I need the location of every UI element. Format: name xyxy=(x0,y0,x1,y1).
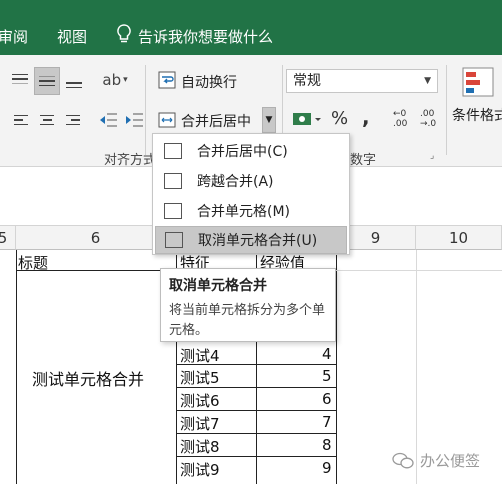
align-left-icon[interactable] xyxy=(11,111,31,129)
menu-item-label: 合并后居中(C) xyxy=(197,144,288,160)
merge-dropdown-menu: 合并后居中(C) 跨越合并(A) 合并单元格(M) 取消单元格合并(U) xyxy=(152,133,350,255)
top-align-icon[interactable] xyxy=(8,67,32,91)
increase-indent-icon[interactable] xyxy=(123,109,145,131)
merge-cells-icon xyxy=(164,203,182,219)
decrease-indent-icon[interactable] xyxy=(97,109,119,131)
column-header[interactable]: 10 xyxy=(416,226,502,250)
comma-button[interactable]: , xyxy=(362,105,370,129)
decrease-decimal-icon[interactable]: .00 →.0 xyxy=(420,109,436,129)
merge-center-icon xyxy=(164,143,182,159)
cell-header-title[interactable]: 标题 xyxy=(18,252,48,273)
table-row-name[interactable]: 测试5 xyxy=(180,367,220,388)
tell-me-search[interactable]: 告诉我你想要做什么 xyxy=(138,26,273,47)
table-row-value[interactable]: 5 xyxy=(322,367,332,385)
menu-item-merge-cells[interactable]: 合并单元格(M) xyxy=(155,197,347,225)
menu-item-merge-center[interactable]: 合并后居中(C) xyxy=(155,137,347,165)
column-header[interactable]: 5 xyxy=(0,226,16,250)
number-format-value: 常规 xyxy=(293,73,321,89)
middle-align-icon[interactable] xyxy=(34,67,60,95)
unmerge-cells-icon xyxy=(165,232,183,248)
conditional-format-button[interactable]: 条件格式 xyxy=(452,105,502,125)
lightbulb-icon xyxy=(116,24,132,48)
wechat-icon xyxy=(392,452,414,468)
merged-cell[interactable]: 测试单元格合并 xyxy=(32,366,144,390)
table-row-value[interactable]: 8 xyxy=(322,436,332,454)
table-row-value[interactable]: 9 xyxy=(322,459,332,477)
align-center-icon[interactable] xyxy=(37,111,57,129)
menu-item-label: 取消单元格合并(U) xyxy=(198,233,318,249)
increase-decimal-icon[interactable]: ←0.00 xyxy=(393,109,407,129)
merge-across-icon xyxy=(164,173,182,189)
tooltip-title: 取消单元格合并 xyxy=(169,278,267,294)
align-group-label: 对齐方式 xyxy=(104,153,157,168)
merge-icon xyxy=(156,109,178,131)
watermark: 办公便签 xyxy=(392,450,480,471)
merge-center-button[interactable]: 合并后居中 xyxy=(181,111,251,131)
table-row-value[interactable]: 6 xyxy=(322,390,332,408)
watermark-text: 办公便签 xyxy=(420,452,481,470)
menu-item-label: 跨越合并(A) xyxy=(197,174,274,190)
menu-bar: 审阅 视图 告诉我你想要做什么 xyxy=(0,0,502,55)
conditional-format-icon xyxy=(460,65,496,99)
tab-review[interactable]: 审阅 xyxy=(0,26,28,47)
merge-dropdown-arrow[interactable]: ▼ xyxy=(262,107,276,133)
number-group-label: 数字 xyxy=(350,153,377,168)
menu-item-merge-across[interactable]: 跨越合并(A) xyxy=(155,167,347,195)
orientation-icon[interactable]: ab ▾ xyxy=(98,69,132,91)
table-row-name[interactable]: 测试8 xyxy=(180,436,220,457)
menu-item-unmerge-cells[interactable]: 取消单元格合并(U) xyxy=(155,226,347,254)
percent-button[interactable]: % xyxy=(331,108,348,129)
table-row-value[interactable]: 7 xyxy=(322,413,332,431)
align-right-icon[interactable] xyxy=(63,111,83,129)
tooltip-body: 将当前单元格拆分为多个单元格。 xyxy=(169,303,326,338)
accounting-format-icon[interactable] xyxy=(290,107,324,131)
table-row-name[interactable]: 测试7 xyxy=(180,413,220,434)
table-row-name[interactable]: 测试4 xyxy=(180,345,220,366)
table-row-name[interactable]: 测试9 xyxy=(180,459,220,480)
number-format-select[interactable]: 常规 ▼ xyxy=(286,69,438,93)
tab-view[interactable]: 视图 xyxy=(57,26,87,47)
menu-item-label: 合并单元格(M) xyxy=(197,204,291,220)
wrap-text-icon xyxy=(156,69,178,91)
tooltip: 取消单元格合并 将当前单元格拆分为多个单元格。 xyxy=(160,268,336,342)
bottom-align-icon[interactable] xyxy=(62,67,86,95)
table-row-name[interactable]: 测试6 xyxy=(180,390,220,411)
dialog-launcher-icon[interactable]: ⌟ xyxy=(430,151,434,161)
table-row-value[interactable]: 4 xyxy=(322,345,332,363)
wrap-text-button[interactable]: 自动换行 xyxy=(181,72,237,92)
